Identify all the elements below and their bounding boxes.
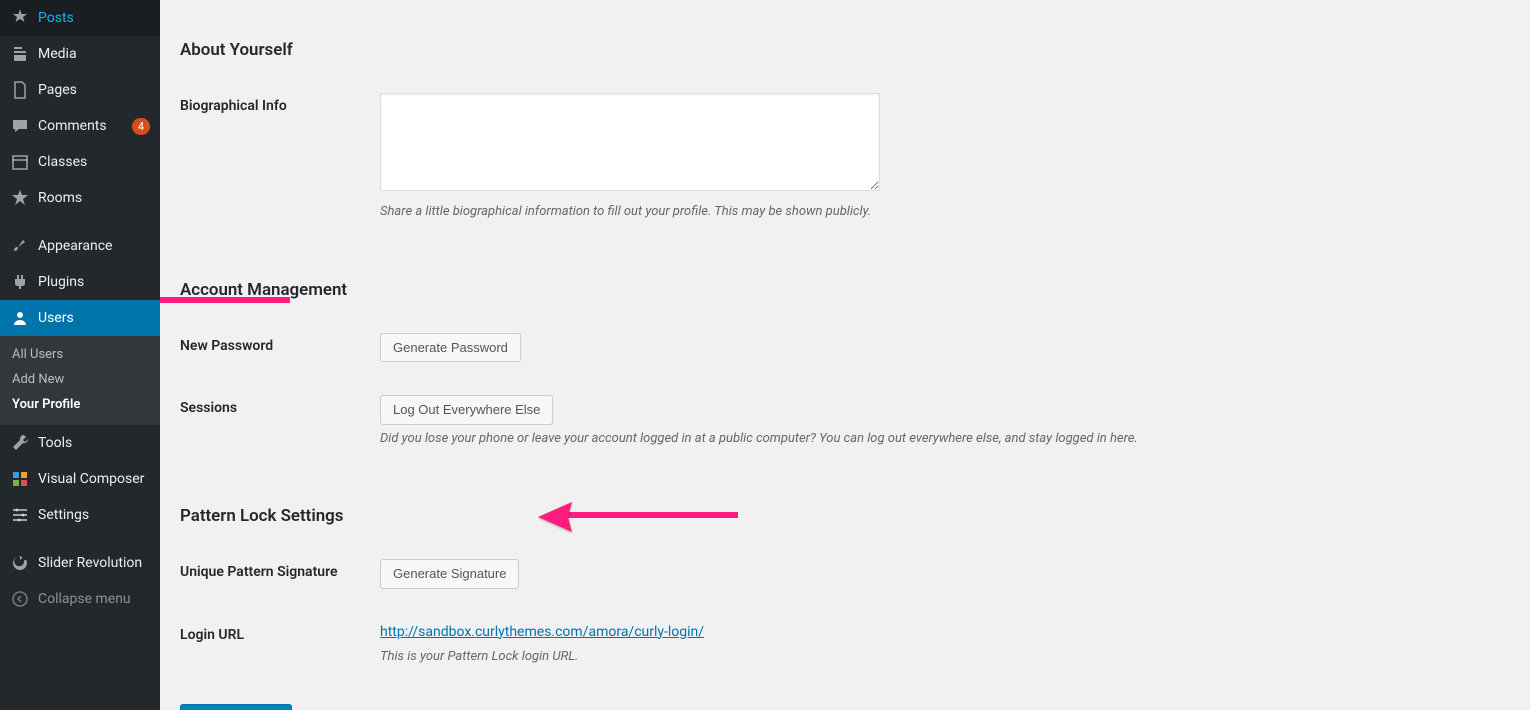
section-about-yourself: About Yourself bbox=[180, 40, 1510, 60]
bio-textarea[interactable] bbox=[380, 93, 880, 191]
calendar-icon bbox=[10, 152, 30, 172]
sidebar-item-label: Settings bbox=[38, 507, 150, 523]
sidebar-item-pages[interactable]: Pages bbox=[0, 72, 160, 108]
sidebar-item-rooms[interactable]: Rooms bbox=[0, 180, 160, 216]
sidebar-item-label: Collapse menu bbox=[38, 591, 150, 607]
sidebar-item-settings[interactable]: Settings bbox=[0, 497, 160, 533]
sidebar-item-label: Visual Composer bbox=[38, 471, 150, 487]
users-submenu: All Users Add New Your Profile bbox=[0, 336, 160, 425]
brush-icon bbox=[10, 236, 30, 256]
wrench-icon bbox=[10, 433, 30, 453]
pattern-table: Unique Pattern Signature Generate Signat… bbox=[180, 544, 1510, 684]
update-profile-button[interactable]: Update Profile bbox=[180, 704, 292, 710]
sidebar-item-label: Plugins bbox=[38, 274, 150, 290]
section-pattern-lock: Pattern Lock Settings bbox=[180, 506, 1510, 526]
sidebar-item-label: Posts bbox=[38, 10, 150, 26]
sidebar-item-classes[interactable]: Classes bbox=[0, 144, 160, 180]
sidebar-item-appearance[interactable]: Appearance bbox=[0, 228, 160, 264]
login-url-label: Login URL bbox=[180, 607, 380, 685]
page-icon bbox=[10, 80, 30, 100]
sidebar-item-posts[interactable]: Posts bbox=[0, 0, 160, 36]
bio-description: Share a little biographical information … bbox=[380, 202, 1500, 222]
sidebar-item-collapse[interactable]: Collapse menu bbox=[0, 581, 160, 617]
submenu-all-users[interactable]: All Users bbox=[0, 342, 160, 367]
admin-sidebar: Posts Media Pages Comments 4 Classes Roo… bbox=[0, 0, 160, 710]
sidebar-item-label: Users bbox=[38, 310, 150, 326]
refresh-icon bbox=[10, 553, 30, 573]
sidebar-item-slider-revolution[interactable]: Slider Revolution bbox=[0, 545, 160, 581]
collapse-icon bbox=[10, 589, 30, 609]
media-icon bbox=[10, 44, 30, 64]
login-url-description: This is your Pattern Lock login URL. bbox=[380, 647, 1500, 667]
user-icon bbox=[10, 308, 30, 328]
login-url-link[interactable]: http://sandbox.curlythemes.com/amora/cur… bbox=[380, 624, 704, 640]
about-table: Biographical Info Share a little biograp… bbox=[180, 78, 1510, 240]
main-content: About Yourself Biographical Info Share a… bbox=[160, 0, 1530, 710]
sidebar-item-comments[interactable]: Comments 4 bbox=[0, 108, 160, 144]
sidebar-item-tools[interactable]: Tools bbox=[0, 425, 160, 461]
submenu-add-new[interactable]: Add New bbox=[0, 367, 160, 392]
plug-icon bbox=[10, 272, 30, 292]
sidebar-item-users[interactable]: Users bbox=[0, 300, 160, 336]
generate-signature-button[interactable]: Generate Signature bbox=[380, 559, 519, 589]
submenu-your-profile[interactable]: Your Profile bbox=[0, 392, 160, 417]
unique-pattern-label: Unique Pattern Signature bbox=[180, 544, 380, 607]
sidebar-item-label: Media bbox=[38, 46, 150, 62]
comment-icon bbox=[10, 116, 30, 136]
sidebar-item-label: Classes bbox=[38, 154, 150, 170]
comments-count-badge: 4 bbox=[132, 118, 150, 135]
sidebar-item-label: Pages bbox=[38, 82, 150, 98]
sidebar-item-plugins[interactable]: Plugins bbox=[0, 264, 160, 300]
sliders-icon bbox=[10, 505, 30, 525]
sidebar-item-label: Comments bbox=[38, 118, 124, 134]
visual-composer-icon bbox=[10, 469, 30, 489]
sessions-description: Did you lose your phone or leave your ac… bbox=[380, 429, 1500, 449]
sidebar-item-label: Slider Revolution bbox=[38, 555, 150, 571]
bio-label: Biographical Info bbox=[180, 78, 380, 240]
sessions-label: Sessions bbox=[180, 380, 380, 466]
logout-everywhere-button[interactable]: Log Out Everywhere Else bbox=[380, 395, 553, 425]
section-account-management: Account Management bbox=[180, 280, 1510, 300]
sidebar-item-label: Rooms bbox=[38, 190, 150, 206]
sidebar-item-visual-composer[interactable]: Visual Composer bbox=[0, 461, 160, 497]
star-icon bbox=[10, 188, 30, 208]
generate-password-button[interactable]: Generate Password bbox=[380, 333, 521, 363]
sidebar-item-label: Tools bbox=[38, 435, 150, 451]
sidebar-item-label: Appearance bbox=[38, 238, 150, 254]
pin-icon bbox=[10, 8, 30, 28]
account-table: New Password Generate Password Sessions … bbox=[180, 318, 1510, 467]
sidebar-item-media[interactable]: Media bbox=[0, 36, 160, 72]
newpass-label: New Password bbox=[180, 318, 380, 381]
